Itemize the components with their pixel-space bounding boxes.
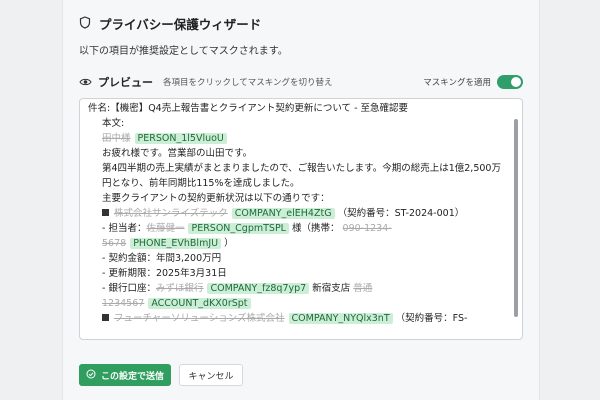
wizard-subtitle: 以下の項目が推奨設定としてマスクされます。 — [79, 46, 288, 57]
check-circle-icon — [86, 369, 96, 382]
bank-branch: 新宿支店 — [312, 283, 351, 294]
send-button[interactable]: この設定で送信 — [79, 364, 171, 386]
preview-header: プレビュー 各項目をクリックしてマスキングを切り替え マスキングを適用 — [79, 72, 523, 91]
bank-prefix: - 銀行口座： — [102, 283, 156, 294]
account-line: 1234567 ACCOUNT_dKX0rSpt — [88, 296, 506, 311]
masking-toggle-label: マスキングを適用 — [423, 77, 491, 88]
mask-token-company2[interactable]: COMPANY_NYQlx3nT — [288, 313, 393, 324]
phone-line: 5678 PHONE_EVhBlmJU ） — [88, 236, 506, 251]
company2-line: フューチャーソリューションズ株式会社 COMPANY_NYQlx3nT （契約番号… — [88, 311, 506, 326]
email-preview[interactable]: 件名:【機密】Q4売上報告書とクライアント契約更新について - 至急確認要 本文… — [79, 98, 523, 340]
masked-original-phone-cont[interactable]: 5678 — [102, 238, 126, 249]
amount-line: - 契約金額：年間3,200万円 — [102, 253, 222, 264]
wizard-title: プライバシー保護ウィザード — [99, 17, 262, 32]
contract-intro: 主要クライアントの契約更新状況は以下の通りです： — [102, 193, 330, 204]
email-content: 件名:【機密】Q4売上報告書とクライアント契約更新について - 至急確認要 本文… — [88, 101, 506, 326]
masking-toggle[interactable] — [497, 74, 523, 89]
cancel-button-label: キャンセル — [188, 371, 234, 382]
masked-original-company2[interactable]: フューチャーソリューションズ株式会社 — [114, 313, 285, 324]
recipient-line: 田中様 PERSON_1l5VluoU — [88, 131, 506, 146]
contact-line: - 担当者：佐藤健一 PERSON_CgpmTSPL 様（携帯： 090-1234… — [88, 221, 506, 236]
greeting-line: お疲れ様です。営業部の山田です。 — [102, 148, 253, 159]
masked-account-type[interactable]: 普通 — [353, 283, 372, 294]
bullet-square-icon — [102, 209, 109, 216]
wizard-header: プライバシー保護ウィザード — [79, 14, 261, 33]
masked-original-account[interactable]: 1234567 — [102, 298, 144, 309]
contract-number: （契約番号：ST-2024-001） — [337, 208, 465, 219]
masked-original-phone[interactable]: 090-1234- — [343, 223, 392, 234]
preview-scrollbar[interactable] — [514, 119, 518, 317]
email-subject: 件名:【機密】Q4売上報告書とクライアント契約更新について - 至急確認要 — [88, 103, 409, 114]
phone-close: ） — [224, 238, 234, 249]
send-button-label: この設定で送信 — [100, 371, 164, 382]
masked-original-bank[interactable]: みずほ銀行 — [156, 283, 204, 294]
renewal-line: - 更新期限：2025年3月31日 — [102, 268, 227, 279]
company1-line: 株式会社サンライズテック COMPANY_elEH4ZtG （契約番号：ST-20… — [88, 206, 506, 221]
contact-prefix: - 担当者： — [102, 223, 147, 234]
mask-token-person[interactable]: PERSON_1l5VluoU — [134, 133, 227, 144]
mask-token-account[interactable]: ACCOUNT_dKX0rSpt — [148, 298, 251, 309]
report-paragraph: 第4四半期の売上実績がまとまりましたので、ご報告いたします。今期の総売上は1億2… — [102, 163, 501, 189]
contact-suffix: 様（携帯： — [292, 223, 340, 234]
email-body-label: 本文: — [102, 118, 125, 129]
mask-token-contact[interactable]: PERSON_CgpmTSPL — [188, 223, 289, 234]
contract-number-2: （契約番号：FS- — [395, 313, 468, 324]
eye-icon — [79, 72, 92, 91]
masked-original-name[interactable]: 田中様 — [102, 133, 131, 144]
preview-hint: 各項目をクリックしてマスキングを切り替え — [163, 77, 333, 88]
cancel-button[interactable]: キャンセル — [179, 364, 243, 386]
masked-original-company[interactable]: 株式会社サンライズテック — [114, 208, 228, 219]
preview-label: プレビュー — [98, 75, 153, 89]
bank-line: - 銀行口座：みずほ銀行 COMPANY_fz8q7yp7 新宿支店 普通 — [88, 281, 506, 296]
masked-original-contact[interactable]: 佐藤健一 — [146, 223, 184, 234]
shield-icon — [79, 14, 91, 33]
mask-token-phone[interactable]: PHONE_EVhBlmJU — [130, 238, 222, 249]
bullet-square-icon — [102, 314, 109, 321]
mask-token-bank[interactable]: COMPANY_fz8q7yp7 — [207, 283, 310, 294]
privacy-wizard-panel: プライバシー保護ウィザード 以下の項目が推奨設定としてマスクされます。 プレビュ… — [62, 0, 540, 400]
mask-token-company[interactable]: COMPANY_elEH4ZtG — [231, 208, 335, 219]
